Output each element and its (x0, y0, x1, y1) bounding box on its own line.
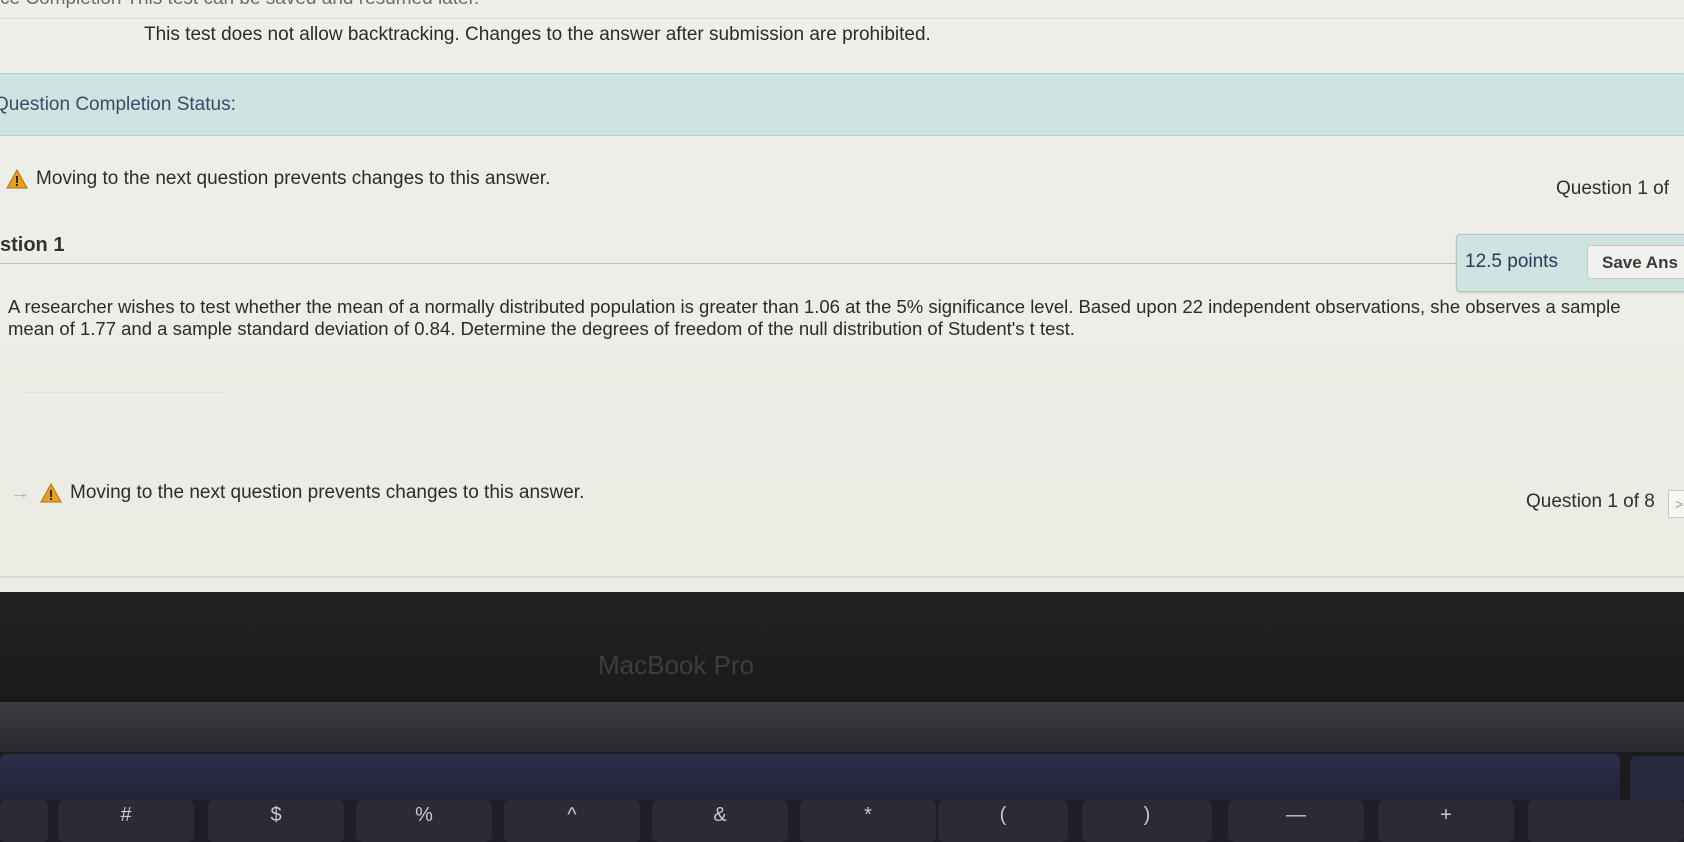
warning-triangle-icon (40, 483, 62, 503)
save-answer-button[interactable]: Save Ans (1587, 245, 1684, 279)
keyboard-row: # $ % ^ & * ( ) — + (0, 800, 1684, 842)
key-edge[interactable] (0, 800, 48, 842)
device-label: MacBook Pro (598, 650, 755, 680)
divider (0, 576, 1684, 578)
key-ampersand[interactable]: & (652, 800, 788, 842)
laptop-hinge (0, 702, 1684, 752)
key-asterisk[interactable]: * (800, 800, 936, 842)
key-percent[interactable]: % (356, 800, 492, 842)
question-counter-bottom: Question 1 of 8 (1526, 491, 1655, 512)
key-caret[interactable]: ^ (504, 800, 640, 842)
question-text: A researcher wishes to test whether the … (8, 296, 1621, 339)
warning-message-bottom: Moving to the next question prevents cha… (40, 482, 584, 504)
browser-screen: ce Completion This test can be saved and… (0, 0, 1684, 592)
next-question-button[interactable]: > (1668, 490, 1684, 518)
key-plus[interactable]: + (1378, 800, 1514, 842)
key-dollar[interactable]: $ (208, 800, 344, 842)
touch-id-button[interactable] (1630, 756, 1684, 804)
key-open-paren[interactable]: ( (938, 800, 1068, 842)
warning-triangle-icon (6, 169, 28, 189)
answer-input[interactable] (20, 364, 228, 393)
arrow-right-icon: → (10, 482, 30, 504)
status-label: Question Completion Status: (0, 94, 236, 115)
divider (0, 18, 1684, 19)
test-instructions: This test does not allow backtracking. C… (144, 24, 931, 45)
question-divider (0, 263, 1460, 264)
points-panel: 12.5 points Save Ans (1456, 234, 1684, 292)
key-minus[interactable]: — (1228, 800, 1364, 842)
touch-bar[interactable] (0, 754, 1620, 806)
key-hash[interactable]: # (58, 800, 194, 842)
test-info-cut: ce Completion This test can be saved and… (0, 0, 479, 10)
question-completion-status-bar[interactable]: Question Completion Status: (0, 73, 1684, 136)
warning-text: Moving to the next question prevents cha… (36, 168, 551, 189)
question-title: stion 1 (0, 234, 65, 256)
key-delete[interactable] (1528, 800, 1684, 842)
question-counter-top: Question 1 of (1556, 178, 1670, 199)
points-label: 12.5 points (1465, 251, 1558, 272)
key-close-paren[interactable]: ) (1082, 800, 1212, 842)
warning-text: Moving to the next question prevents cha… (70, 482, 585, 503)
warning-message-top: Moving to the next question prevents cha… (6, 168, 550, 190)
laptop-bezel (0, 592, 1684, 702)
